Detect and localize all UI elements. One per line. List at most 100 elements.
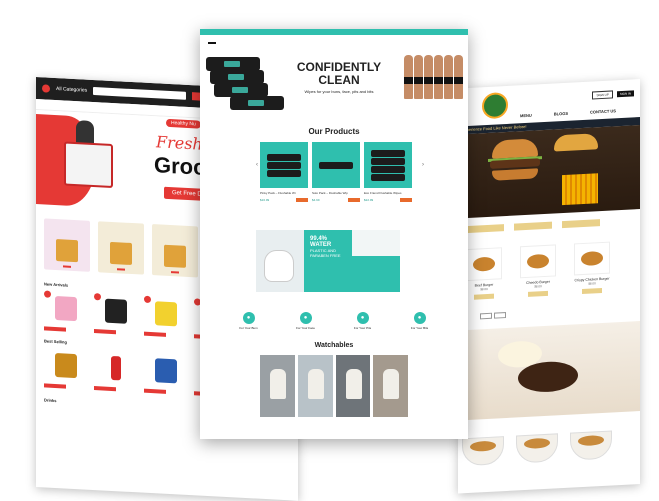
food-image xyxy=(473,256,495,272)
product-card[interactable] xyxy=(144,295,188,338)
wipe-pack xyxy=(206,57,260,71)
chevron-left-icon[interactable]: ‹ xyxy=(256,162,258,168)
item-price: $8.00 xyxy=(534,284,542,289)
feature-panel: 99.4% WATER PLASTIC AND PARABEN FREE xyxy=(304,230,352,292)
add-to-cart-button[interactable] xyxy=(348,198,360,202)
grocery-logo-icon xyxy=(42,84,50,93)
menu-item[interactable]: Beef Burger $8.00 xyxy=(464,247,504,300)
chevron-right-icon[interactable]: › xyxy=(422,162,424,168)
burger-site-screenshot: SIGN UP SIGN IN MENU BLOGS CONTACT US Ex… xyxy=(458,79,640,494)
promo-card[interactable] xyxy=(44,218,90,272)
nav-blogs[interactable]: BLOGS xyxy=(554,111,568,122)
shop-now-button[interactable] xyxy=(171,271,179,274)
bowl-image xyxy=(570,430,612,461)
promo-product-image xyxy=(56,239,78,263)
menu-item[interactable]: Cheedo Burger $8.00 xyxy=(518,244,558,297)
face-icon: ● xyxy=(299,312,312,324)
wipe-pack xyxy=(230,96,284,110)
product-price: $16.99 xyxy=(260,198,270,202)
food-image xyxy=(581,250,603,267)
product-card[interactable]: Eco Friend Flushable Wipes $22.99 xyxy=(364,142,412,202)
food-image xyxy=(527,253,549,269)
product-card[interactable] xyxy=(144,353,188,395)
product-card[interactable] xyxy=(44,290,88,332)
video-thumbnail[interactable] xyxy=(260,355,295,417)
sale-badge xyxy=(44,290,51,298)
add-button[interactable] xyxy=(474,293,494,300)
category-menu[interactable]: All Categories xyxy=(56,86,87,94)
benefit-label: For Your Bits xyxy=(410,326,429,330)
burger-patty-image xyxy=(490,158,540,169)
next-toggle[interactable] xyxy=(494,312,506,319)
item-price: $8.00 xyxy=(480,286,488,292)
search-icon[interactable] xyxy=(192,92,201,101)
sign-in-button[interactable]: SIGN IN xyxy=(616,90,634,98)
promo-product-image xyxy=(164,244,186,268)
wipes-site-screenshot: CONFIDENTLY CLEAN Wipes for your buns, f… xyxy=(200,29,468,439)
promo-product-image xyxy=(110,241,132,266)
burger-hero-image xyxy=(458,125,640,219)
burger-bottom-bun-image xyxy=(492,168,538,181)
benefit-face: ● For Your Face xyxy=(286,312,326,330)
feature-row: 99.4% WATER PLASTIC AND PARABEN FREE xyxy=(200,202,468,292)
hero-title: CONFIDENTLY CLEAN xyxy=(296,60,382,87)
watchables-heading: Watchables xyxy=(314,342,354,349)
promo-card[interactable] xyxy=(98,221,144,275)
video-thumbnail[interactable] xyxy=(297,355,333,417)
hero-food-image xyxy=(554,133,598,152)
drinks-heading: Drinks xyxy=(44,397,57,404)
wipe-pack xyxy=(214,83,268,97)
nav-contact-us[interactable]: CONTACT US xyxy=(590,108,616,119)
product-card[interactable] xyxy=(44,347,88,389)
menu-items: Beef Burger $8.00 Cheedo Burger $8.00 Cris… xyxy=(458,224,640,301)
add-button[interactable] xyxy=(582,287,602,295)
product-image xyxy=(260,142,308,188)
product-name: Eco Friend Flushable Wipes xyxy=(364,191,402,195)
wipes-header xyxy=(200,35,468,51)
product-card[interactable] xyxy=(94,293,138,335)
benefit-bits: ● For Your Bits xyxy=(400,312,440,330)
product-image xyxy=(155,301,177,327)
product-name: Solo Pack – Flushable Wip xyxy=(312,191,348,195)
product-name: Pinky Pack – Flushable Wi xyxy=(260,191,296,195)
benefit-pits: ● For Your Pits xyxy=(343,312,383,330)
promo-card[interactable] xyxy=(152,224,198,278)
product-image xyxy=(55,352,77,379)
prev-toggle[interactable] xyxy=(480,312,492,320)
bowl-image xyxy=(516,433,558,464)
add-to-cart-button[interactable] xyxy=(400,198,412,202)
bits-icon: ● xyxy=(413,312,426,324)
product-image xyxy=(105,298,127,324)
feature-text: PLASTIC AND PARABEN FREE xyxy=(310,248,341,258)
product-image xyxy=(55,295,77,322)
product-card[interactable]: Solo Pack – Flushable Wip $4.99 xyxy=(312,142,360,202)
bowl-image xyxy=(462,436,504,467)
feature-big-text: 99.4% WATER xyxy=(310,236,332,248)
pits-icon: ● xyxy=(356,312,369,324)
product-image xyxy=(111,355,121,381)
hero-tag: Healthy Nu xyxy=(166,118,201,129)
benefit-label: For Your Face xyxy=(296,326,315,330)
menu-item[interactable]: Crispy Chicken Burger $8.00 xyxy=(572,241,612,295)
wipe-pack xyxy=(210,70,264,84)
hero-cart-image xyxy=(64,141,113,189)
shop-now-button[interactable] xyxy=(63,265,71,268)
product-price: $4.99 xyxy=(312,198,320,202)
sale-badge xyxy=(144,295,151,304)
product-card[interactable] xyxy=(94,350,138,392)
nav-menu[interactable]: MENU xyxy=(520,113,532,124)
add-to-cart-button[interactable] xyxy=(296,198,308,202)
add-button[interactable] xyxy=(528,290,548,297)
video-thumbnail[interactable] xyxy=(373,355,408,417)
product-price: $22.99 xyxy=(364,198,374,202)
feature-image xyxy=(352,230,400,292)
benefit-bum: ● For Your Bum xyxy=(229,312,269,330)
shop-now-button[interactable] xyxy=(117,268,125,271)
product-card[interactable]: Pinky Pack – Flushable Wi $16.99 xyxy=(260,142,308,202)
grocery-search-input[interactable] xyxy=(93,86,187,100)
shop-button[interactable] xyxy=(208,42,216,44)
video-thumbnail[interactable] xyxy=(335,355,371,417)
sign-up-button[interactable]: SIGN UP xyxy=(592,90,613,100)
products-carousel: ‹ Pinky Pack – Flushable Wi $16.99 Solo … xyxy=(200,136,468,202)
benefit-icons: ● For Your Bum ● For Your Face ● For Your P… xyxy=(200,292,468,330)
